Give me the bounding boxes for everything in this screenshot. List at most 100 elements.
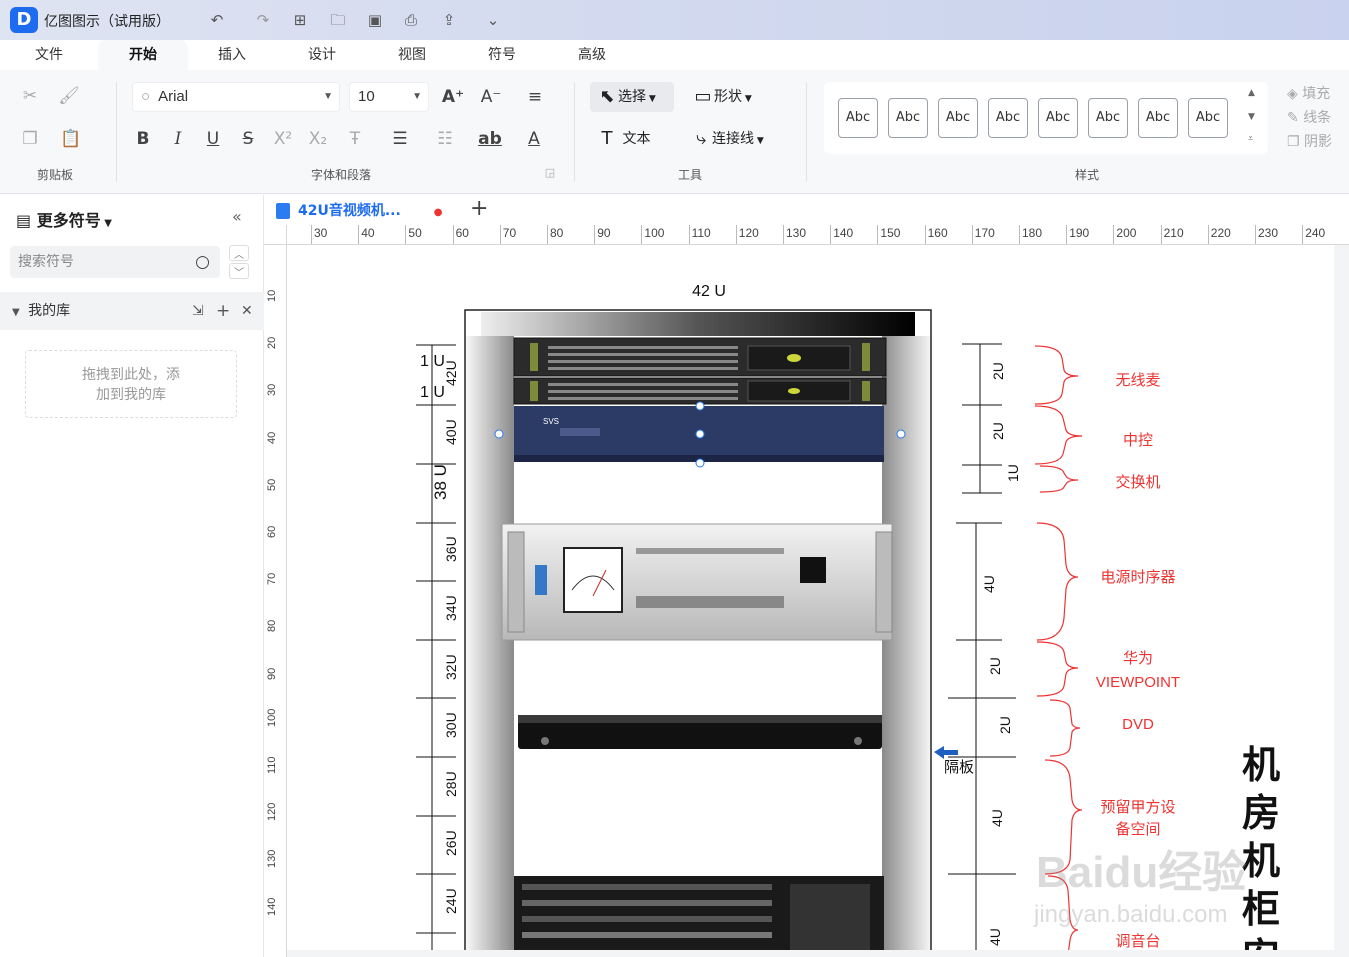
italic-icon[interactable]: I: [165, 126, 191, 152]
u-mark: 36U: [443, 536, 459, 562]
cut-icon[interactable]: ✂: [17, 83, 43, 109]
selection-handle[interactable]: [896, 429, 906, 439]
dimension-label: 4U: [989, 809, 1005, 827]
more-symbols-button[interactable]: ▤ 更多符号 ▼: [16, 207, 112, 231]
tab-insert[interactable]: 插入: [197, 40, 267, 70]
line-spacing-icon[interactable]: ☰: [387, 126, 413, 152]
ruler-tick-label: 80: [266, 620, 278, 633]
chevron-down-icon[interactable]: ﹀: [229, 263, 249, 279]
scroll-down-icon[interactable]: ▼: [1248, 112, 1255, 122]
selection-handle[interactable]: [695, 401, 705, 411]
text-case-icon[interactable]: Ŧ: [342, 126, 368, 152]
tab-advanced[interactable]: 高级: [557, 40, 627, 70]
power-sequencer-unit[interactable]: [501, 523, 893, 641]
my-library-header[interactable]: ▼ 我的库 ⇲ + ✕: [0, 292, 264, 330]
dvd-player-unit[interactable]: [518, 715, 882, 749]
save-icon[interactable]: ▣: [364, 9, 386, 31]
fill-label: 填充: [1302, 86, 1331, 102]
export-icon[interactable]: ⇪: [438, 9, 460, 31]
tab-symbols[interactable]: 符号: [467, 40, 537, 70]
tab-home[interactable]: 开始: [98, 40, 188, 70]
style-sample[interactable]: Abc: [938, 98, 978, 138]
tab-design[interactable]: 设计: [287, 40, 357, 70]
strikethrough-icon[interactable]: S: [235, 126, 261, 152]
style-sample[interactable]: Abc: [888, 98, 928, 138]
undo-icon[interactable]: ↶: [206, 9, 228, 31]
ruler-tick-label: 210: [1163, 226, 1184, 240]
chevron-up-icon[interactable]: ︿: [229, 245, 249, 261]
underline-icon[interactable]: U: [200, 126, 226, 152]
select-tool-button[interactable]: ⬉ 选择 ▼: [590, 82, 674, 112]
search-icon[interactable]: ○: [195, 246, 210, 278]
shadow-button[interactable]: ❐ 阴影: [1287, 131, 1332, 151]
subscript-icon[interactable]: X₂: [305, 126, 331, 152]
drawing-page[interactable]: 42 U SVS 1 U 1 U 42U 40U 38 U 36U 34U 32…: [287, 245, 1334, 950]
add-tab-icon[interactable]: +: [470, 196, 488, 221]
style-sample[interactable]: Abc: [988, 98, 1028, 138]
library-drop-zone[interactable]: 拖拽到此处，添 加到我的库: [25, 350, 237, 418]
document-tab[interactable]: 42U音视频机... ●: [276, 198, 442, 224]
bold-icon[interactable]: B: [130, 126, 156, 152]
shape-tool-button[interactable]: ▭ 形状 ▼: [692, 82, 751, 112]
ruler-tick: [1113, 225, 1115, 244]
add-icon[interactable]: +: [216, 292, 230, 330]
format-painter-icon[interactable]: 🖌: [56, 83, 82, 109]
close-icon[interactable]: ✕: [241, 292, 253, 330]
mixer-unit[interactable]: [514, 876, 884, 950]
line-button[interactable]: ✎ 线条: [1287, 107, 1331, 127]
divider: [116, 82, 117, 182]
customize-chevron-icon[interactable]: ⌄: [482, 9, 504, 31]
ruler-tick-label: 200: [1116, 226, 1137, 240]
selection-handle[interactable]: [695, 458, 705, 468]
style-sample[interactable]: Abc: [1188, 98, 1228, 138]
u-mark: 38 U: [431, 464, 450, 500]
text-tool-button[interactable]: T 文本: [596, 124, 651, 154]
dimension-label: 2U: [987, 657, 1003, 675]
u-mark: 26U: [443, 830, 459, 856]
symbol-search-input[interactable]: 搜索符号 ○: [10, 246, 220, 278]
decrease-font-icon[interactable]: A⁻: [478, 84, 504, 110]
superscript-icon[interactable]: X²: [270, 126, 296, 152]
selection-handle[interactable]: [695, 429, 705, 439]
wireless-mic-unit[interactable]: [513, 337, 887, 377]
u-mark: 24U: [443, 888, 459, 914]
style-sample[interactable]: Abc: [838, 98, 878, 138]
style-sample[interactable]: Abc: [1138, 98, 1178, 138]
tab-view[interactable]: 视图: [377, 40, 447, 70]
text-highlight-icon[interactable]: ab: [477, 126, 503, 152]
font-size-select[interactable]: 10 ▼: [349, 82, 429, 112]
print-icon[interactable]: ⎙: [400, 9, 422, 31]
ruler-tick-label: 190: [1069, 226, 1090, 240]
style-sample[interactable]: Abc: [1088, 98, 1128, 138]
redo-icon[interactable]: ↷: [252, 9, 274, 31]
wireless-mic-unit[interactable]: [513, 377, 887, 405]
font-color-icon[interactable]: A: [521, 126, 547, 152]
fill-button[interactable]: ◈ 填充: [1287, 83, 1330, 103]
ruler-tick: [1255, 225, 1256, 244]
ruler-tick: [877, 225, 879, 244]
expand-gallery-icon[interactable]: ⩡: [1248, 134, 1253, 144]
font-family-select[interactable]: ○ Arial ▼: [132, 82, 340, 112]
bullets-icon[interactable]: ☷: [432, 126, 458, 152]
tab-file[interactable]: 文件: [14, 40, 84, 70]
device-label: 调音台: [1115, 932, 1160, 950]
scroll-up-icon[interactable]: ▲: [1248, 88, 1255, 98]
device-label: 无线麦: [1115, 371, 1160, 389]
font-dialog-launcher-icon[interactable]: ◲: [543, 166, 557, 180]
u-mark: 40U: [443, 419, 459, 445]
align-icon[interactable]: ≡: [522, 84, 548, 110]
increase-font-icon[interactable]: A⁺: [440, 84, 466, 110]
dimension-label: 2U: [997, 716, 1013, 734]
shadow-label: 阴影: [1304, 134, 1333, 150]
connector-tool-button[interactable]: ⤷ 连接线 ▼: [690, 124, 764, 154]
paste-icon[interactable]: 📋: [58, 126, 84, 152]
open-folder-icon[interactable]: 🗀: [327, 9, 349, 31]
collapse-sidebar-icon[interactable]: «: [232, 207, 242, 226]
import-icon[interactable]: ⇲: [192, 292, 204, 330]
selection-handle[interactable]: [494, 429, 504, 439]
style-sample[interactable]: Abc: [1038, 98, 1078, 138]
copy-icon[interactable]: ❐: [17, 126, 43, 152]
more-symbols-label: 更多符号: [36, 211, 101, 230]
new-icon[interactable]: ⊞: [289, 9, 311, 31]
u-mark: 42U: [443, 360, 459, 386]
